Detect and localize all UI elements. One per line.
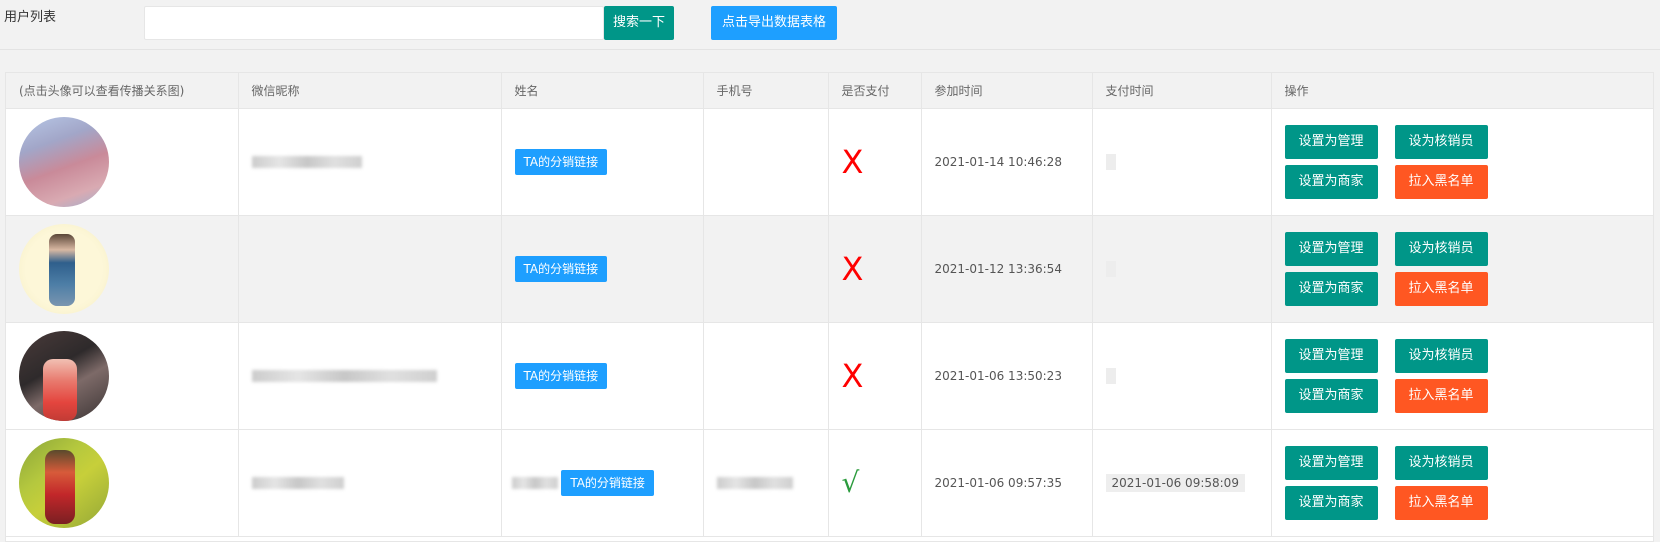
set-admin-button[interactable]: 设置为管理	[1284, 338, 1378, 373]
set-verifier-button[interactable]: 设为核销员	[1394, 231, 1488, 266]
avatar[interactable]	[19, 116, 109, 207]
table-row: TA的分销链接 X 2021-01-14 10:46:28 设置为管理 设为核销…	[6, 108, 1653, 216]
col-header-actions: 操作	[1271, 73, 1653, 109]
name-redacted	[511, 476, 558, 489]
set-verifier-button[interactable]: 设为核销员	[1394, 338, 1488, 373]
table-row: TA的分销链接 √ 2021-01-06 09:57:35 2021-01-06…	[6, 429, 1653, 537]
nickname-redacted	[251, 370, 437, 382]
set-admin-button[interactable]: 设置为管理	[1284, 445, 1378, 480]
row-actions: 设置为管理 设为核销员 设置为商家 拉入黑名单	[1284, 338, 1585, 413]
col-header-name: 姓名	[501, 73, 704, 109]
export-table-button[interactable]: 点击导出数据表格	[711, 6, 837, 40]
pay-time-empty	[1105, 367, 1116, 384]
set-verifier-button[interactable]: 设为核销员	[1394, 124, 1488, 159]
top-toolbar: 用户列表 搜索一下 点击导出数据表格	[0, 0, 1660, 50]
table-row: TA的分销链接 X 2021-01-06 13:50:23 设置为管理 设为核销…	[6, 322, 1653, 430]
row-actions: 设置为管理 设为核销员 设置为商家 拉入黑名单	[1284, 445, 1585, 520]
join-time: 2021-01-06 09:57:35	[921, 429, 1093, 537]
col-header-nickname: 微信昵称	[238, 73, 502, 109]
blacklist-button[interactable]: 拉入黑名单	[1394, 378, 1488, 413]
distribution-link-button[interactable]: TA的分销链接	[514, 255, 608, 282]
user-table: (点击头像可以查看传播关系图) 微信昵称 姓名 手机号 是否支付 参加时间 支付…	[5, 72, 1654, 542]
distribution-link-button[interactable]: TA的分销链接	[561, 469, 654, 496]
avatar[interactable]	[19, 437, 109, 528]
nickname-redacted	[251, 156, 362, 168]
page-title: 用户列表	[4, 10, 57, 25]
distribution-link-button[interactable]: TA的分销链接	[514, 362, 608, 389]
search-button[interactable]: 搜索一下	[604, 6, 674, 40]
paid-check-icon: √	[841, 465, 860, 499]
join-time: 2021-01-12 13:36:54	[921, 215, 1093, 323]
unpaid-mark: X	[841, 249, 864, 288]
nickname-redacted	[251, 477, 344, 489]
distribution-link-button[interactable]: TA的分销链接	[514, 148, 608, 175]
search-input[interactable]	[144, 6, 604, 40]
unpaid-mark: X	[841, 356, 864, 395]
col-header-avatar: (点击头像可以查看传播关系图)	[6, 73, 239, 109]
blacklist-button[interactable]: 拉入黑名单	[1394, 485, 1488, 520]
col-header-phone: 手机号	[703, 73, 829, 109]
table-header-row: (点击头像可以查看传播关系图) 微信昵称 姓名 手机号 是否支付 参加时间 支付…	[6, 73, 1653, 109]
set-admin-button[interactable]: 设置为管理	[1284, 124, 1378, 159]
col-header-pay-time: 支付时间	[1092, 73, 1272, 109]
set-merchant-button[interactable]: 设置为商家	[1284, 271, 1378, 306]
col-header-join-time: 参加时间	[921, 73, 1093, 109]
set-verifier-button[interactable]: 设为核销员	[1394, 445, 1488, 480]
phone-redacted	[716, 477, 793, 489]
col-header-paid: 是否支付	[828, 73, 922, 109]
row-actions: 设置为管理 设为核销员 设置为商家 拉入黑名单	[1284, 124, 1585, 199]
set-merchant-button[interactable]: 设置为商家	[1284, 378, 1378, 413]
blacklist-button[interactable]: 拉入黑名单	[1394, 271, 1488, 306]
avatar[interactable]	[19, 223, 109, 314]
set-merchant-button[interactable]: 设置为商家	[1284, 485, 1378, 520]
row-actions: 设置为管理 设为核销员 设置为商家 拉入黑名单	[1284, 231, 1585, 306]
join-time: 2021-01-14 10:46:28	[921, 108, 1093, 216]
blacklist-button[interactable]: 拉入黑名单	[1394, 164, 1488, 199]
pay-time-empty	[1105, 260, 1116, 277]
set-admin-button[interactable]: 设置为管理	[1284, 231, 1378, 266]
set-merchant-button[interactable]: 设置为商家	[1284, 164, 1378, 199]
pay-time-empty	[1105, 153, 1116, 170]
join-time: 2021-01-06 13:50:23	[921, 322, 1093, 430]
pay-time: 2021-01-06 09:58:09	[1105, 473, 1245, 492]
avatar[interactable]	[19, 330, 109, 421]
table-row: TA的分销链接 X 2021-01-12 13:36:54 设置为管理 设为核销…	[6, 215, 1653, 323]
unpaid-mark: X	[841, 142, 864, 181]
